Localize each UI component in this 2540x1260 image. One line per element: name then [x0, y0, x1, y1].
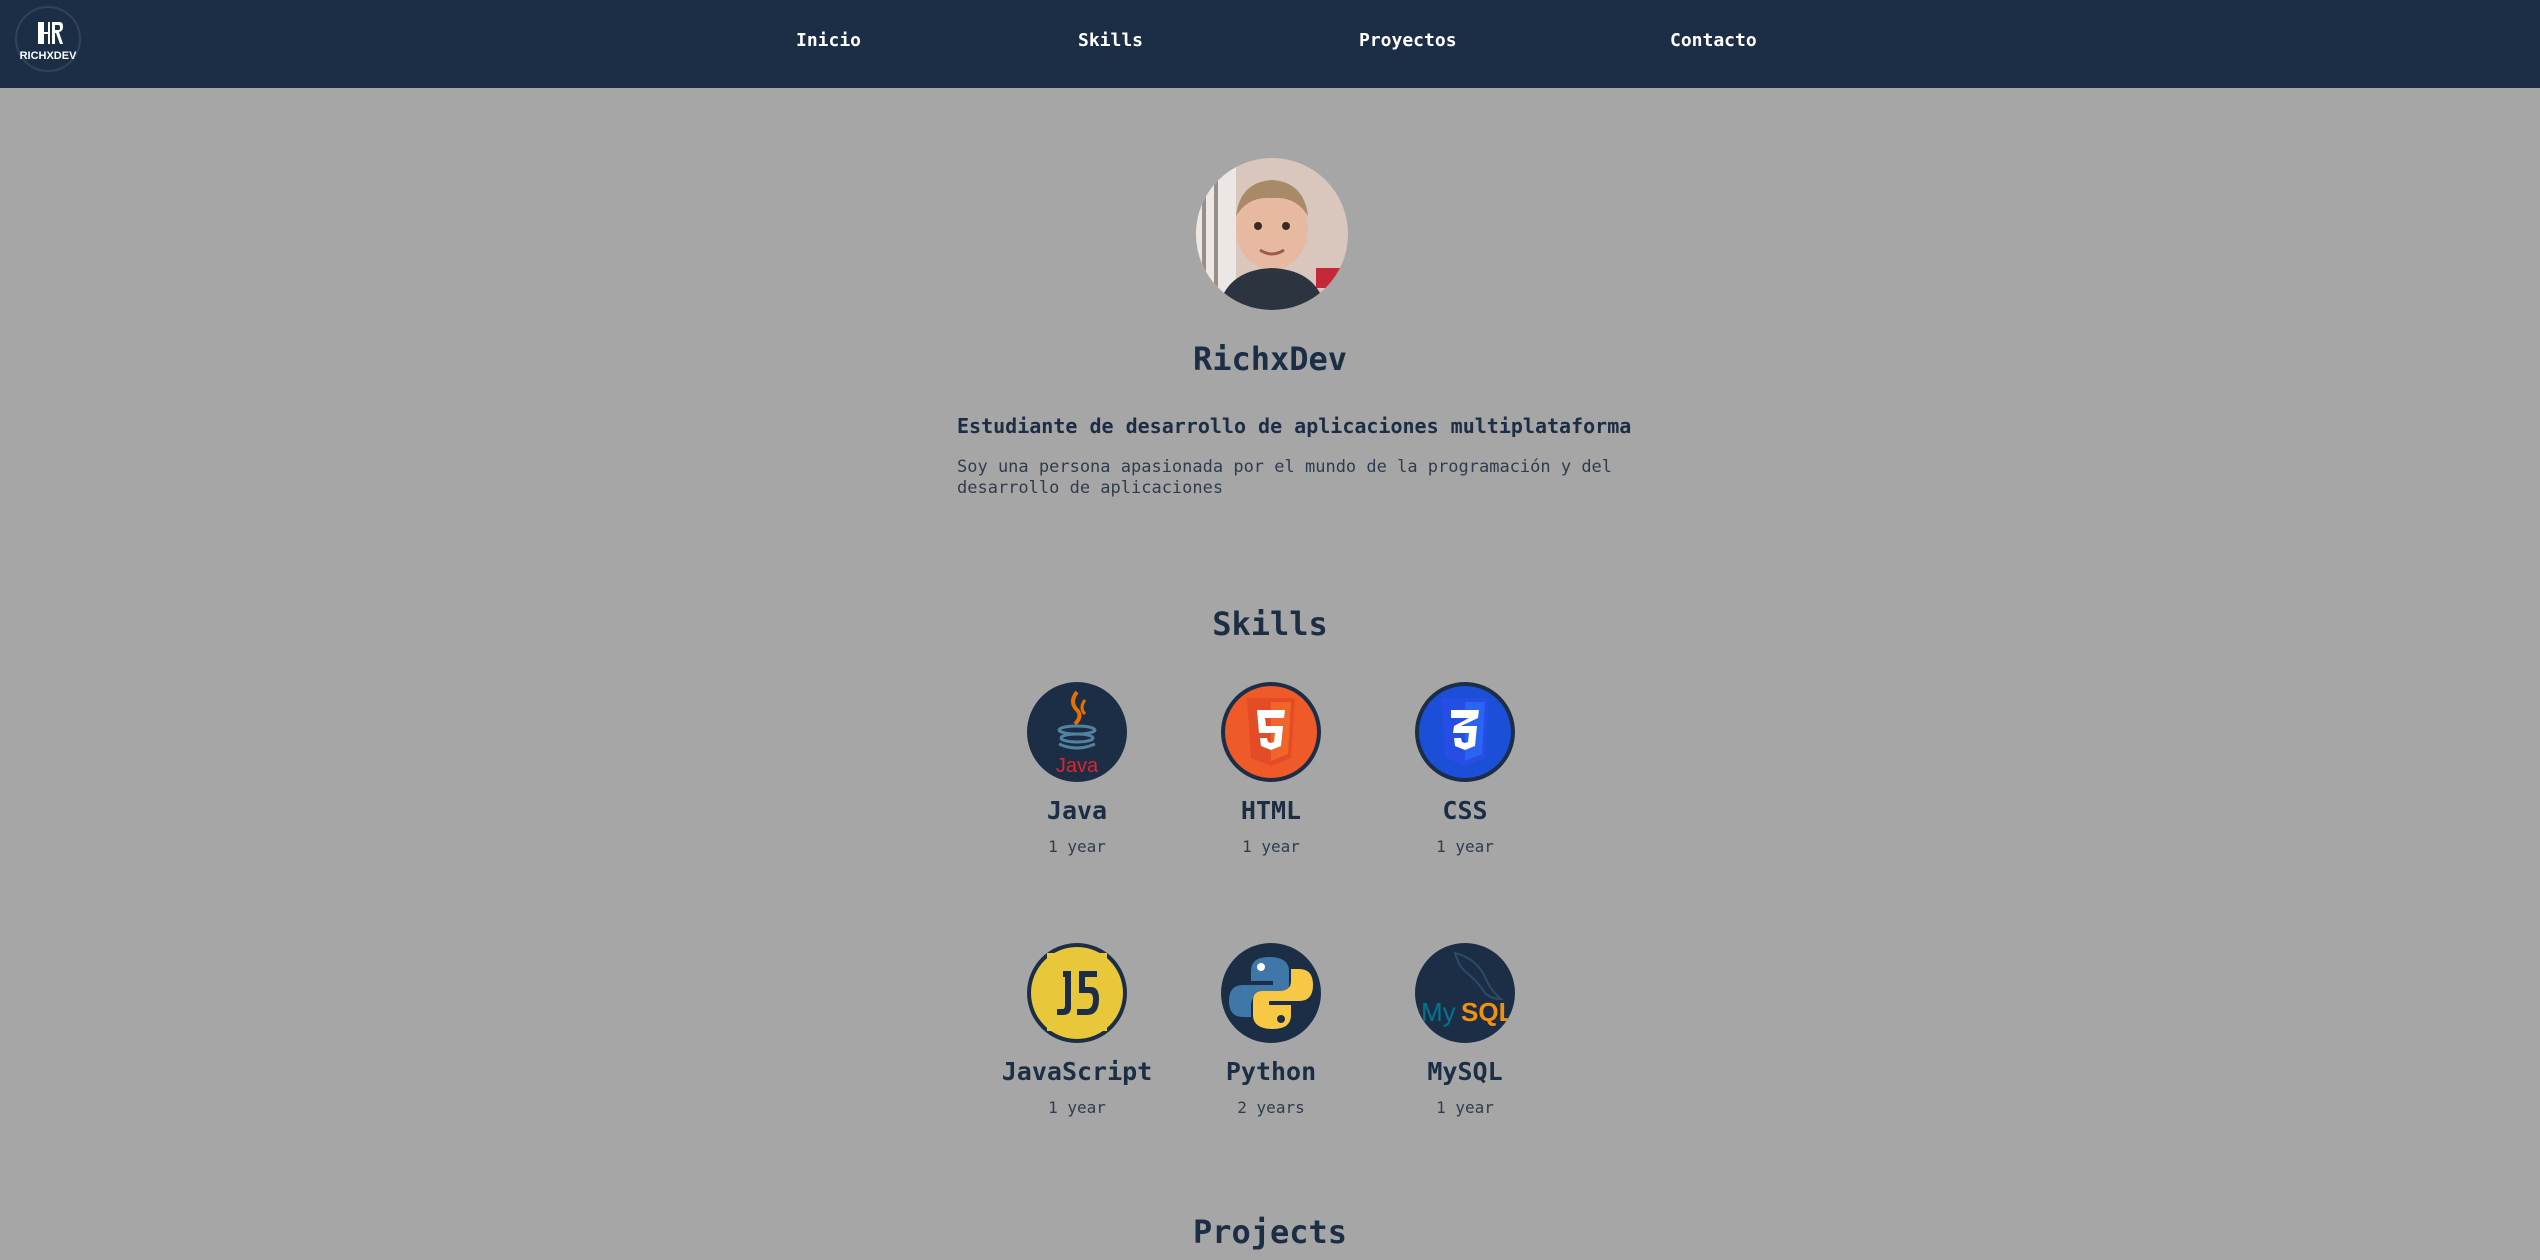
skill-java: Java Java 1 year	[967, 682, 1187, 856]
top-navbar: RICHXDEV Inicio Skills Proyectos Contact…	[0, 0, 2540, 88]
skill-mysql: My SQL MySQL 1 year	[1355, 943, 1575, 1117]
profile-avatar	[1196, 158, 1348, 310]
avatar-image	[1196, 158, 1348, 310]
mysql-icon: My SQL	[1415, 943, 1515, 1043]
skill-years: 1 year	[1048, 837, 1106, 856]
nav-proyectos[interactable]: Proyectos	[1359, 30, 1457, 51]
nav-inicio[interactable]: Inicio	[796, 30, 861, 51]
nav-contacto[interactable]: Contacto	[1670, 30, 1757, 51]
css3-icon	[1415, 682, 1515, 782]
svg-text:SQL: SQL	[1461, 997, 1515, 1027]
skill-name: MySQL	[1427, 1057, 1503, 1086]
projects-section-title: Projects	[1192, 1213, 1348, 1251]
skill-years: 1 year	[1242, 837, 1300, 856]
skill-javascript: JavaScript 1 year	[967, 943, 1187, 1117]
python-icon	[1221, 943, 1321, 1043]
skill-css: CSS 1 year	[1355, 682, 1575, 856]
profile-name: RichxDev	[1192, 340, 1348, 378]
skill-name: Python	[1225, 1057, 1317, 1086]
logo-mark-icon	[38, 22, 63, 44]
skill-python: Python 2 years	[1161, 943, 1381, 1117]
logo-text: RICHXDEV	[19, 50, 77, 62]
nav-skills[interactable]: Skills	[1078, 30, 1143, 51]
skills-section-title: Skills	[1212, 605, 1328, 643]
skill-name: Java	[1046, 796, 1108, 825]
profile-description: Soy una persona apasionada por el mundo …	[957, 457, 1613, 498]
profile-subtitle: Estudiante de desarrollo de aplicaciones…	[957, 414, 1632, 438]
skill-name: JavaScript	[1001, 1057, 1153, 1086]
svg-text:Java: Java	[1056, 755, 1099, 777]
skill-name: CSS	[1442, 796, 1488, 825]
javascript-icon	[1027, 943, 1127, 1043]
skill-years: 2 years	[1237, 1098, 1305, 1117]
logo[interactable]: RICHXDEV	[15, 6, 81, 72]
html5-icon	[1221, 682, 1321, 782]
skill-years: 1 year	[1436, 837, 1494, 856]
skill-name: HTML	[1240, 796, 1302, 825]
java-icon: Java	[1027, 682, 1127, 782]
svg-text:My: My	[1421, 997, 1456, 1027]
skill-years: 1 year	[1436, 1098, 1494, 1117]
skill-html: HTML 1 year	[1161, 682, 1381, 856]
skill-years: 1 year	[1048, 1098, 1106, 1117]
